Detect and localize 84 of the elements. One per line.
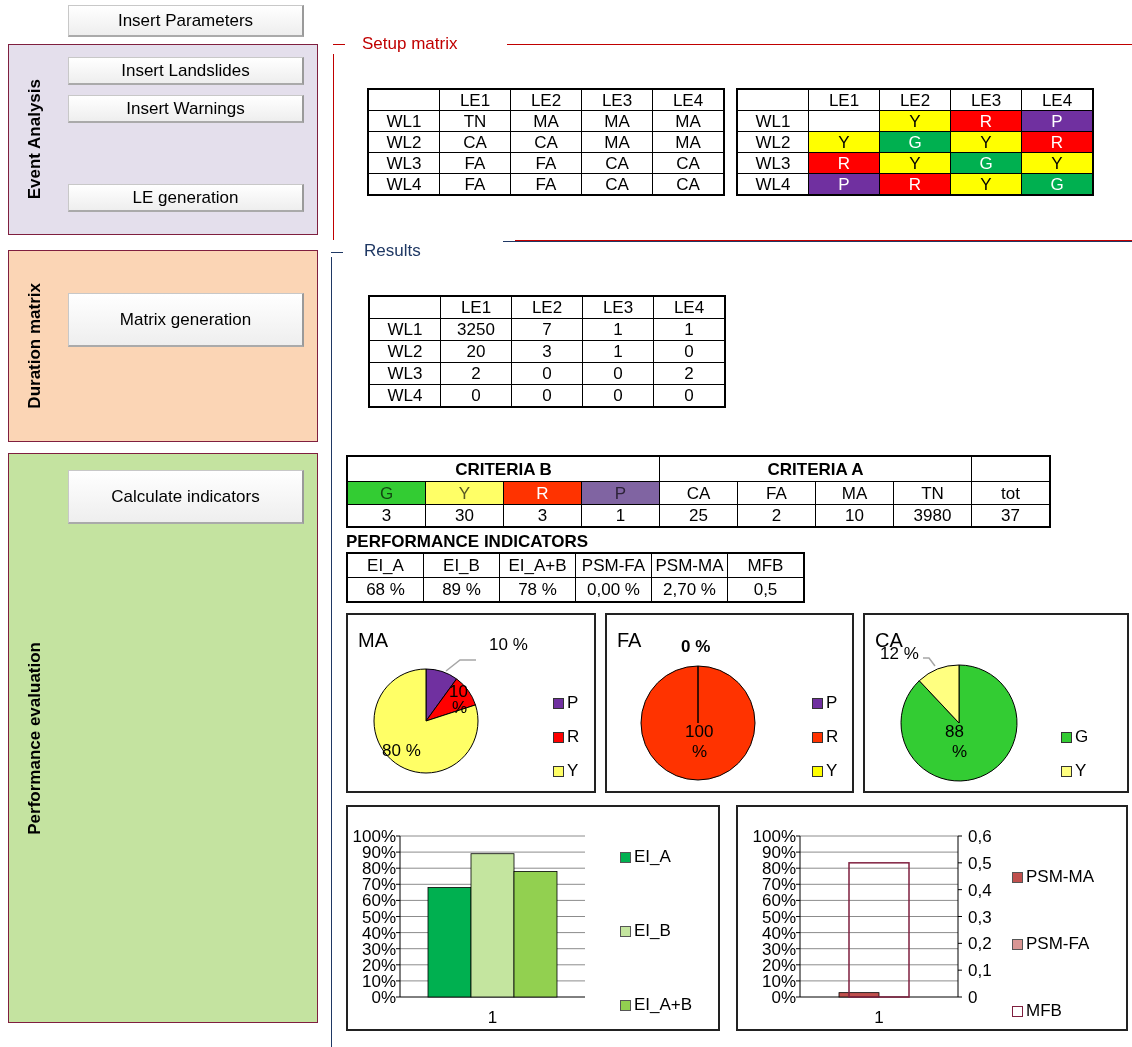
table-cell: 3 [347,504,426,527]
legend-item: Y [812,761,839,781]
legend-item: R [553,727,580,747]
axis-label: 1 [487,1008,498,1027]
row-header: WL4 [368,173,440,195]
column-header: LE1 [439,89,511,111]
action-button[interactable]: LE generation [68,184,304,212]
action-button[interactable]: Insert Warnings [68,95,304,123]
column-header: LE2 [511,296,583,319]
column-header: LE3 [950,89,1022,111]
data-label: 10 % [489,635,528,654]
table-cell: 68 % [347,577,424,602]
legend-item: PSM-MA [1012,867,1094,887]
table-cell: 0,5 [727,577,804,602]
row-header: WL4 [369,384,441,407]
chart-title: FA [617,629,642,651]
axis-label: 0,3 [968,907,992,927]
column-header: LE1 [440,296,512,319]
panel-title: Event Analysis [24,79,45,200]
indicators-title: PERFORMANCE INDICATORS [346,532,590,552]
column-header: MFB [727,553,804,578]
data-label: 100 % [685,722,714,761]
legend-item: MFB [1012,1001,1094,1021]
row-header: WL1 [737,110,809,132]
axis-label: 0,4 [968,880,992,900]
row-header: WL4 [737,173,809,195]
legend-item: EI_A+B [620,995,693,1015]
column-header: EI_B [423,553,500,578]
section-title: Results [364,241,421,261]
column-header: G [347,481,426,505]
axis-label: 0,1 [968,961,992,981]
column-header: EI_A+B [499,553,576,578]
group-header: CRITERIA A [659,456,972,482]
legend-item: G [1061,727,1089,747]
column-header: LE2 [879,89,951,111]
axis-label: 0% [371,988,396,1007]
data-label: 0 % [681,637,711,656]
column-header: PSM-FA [575,553,652,578]
axis-label: 0% [771,988,796,1007]
column-header: PSM-MA [651,553,728,578]
legend-item: EI_B [620,921,693,941]
row-header: WL3 [737,152,809,174]
action-button[interactable]: Matrix generation [68,293,304,347]
legend-item: PSM-FA [1012,934,1094,954]
section-title: Setup matrix [362,34,458,54]
column-header: LE1 [808,89,880,111]
axis-label: 0,5 [968,853,992,873]
legend-item: Y [1061,761,1089,781]
column-header: LE4 [1021,89,1093,111]
legend-item: P [812,693,839,713]
row-header: WL1 [368,110,440,132]
axis-label: 100% [352,827,396,846]
axis-label: 0,2 [968,934,992,954]
legend-item: P [553,693,580,713]
insert-parameters-button[interactable]: Insert Parameters [68,5,304,37]
axis-label: 0,6 [968,827,992,846]
panel-title: Duration matrix [24,283,45,409]
axis-label: 1 [874,1008,884,1027]
legend-item: EI_A [620,847,693,867]
column-header: EI_A [347,553,424,578]
row-header: WL2 [737,131,809,153]
legend-item: R [812,727,839,747]
column-header: LE2 [510,89,582,111]
action-button[interactable]: Insert Landslides [68,57,304,85]
legend-item: Y [553,761,580,781]
row-header: WL3 [369,362,441,385]
axis-label: 100% [752,827,796,846]
row-header: WL1 [369,318,441,341]
column-header: LE4 [652,89,724,111]
axis-label: 0 [968,988,978,1007]
row-header: WL2 [368,131,440,153]
row-header: WL3 [368,152,440,174]
leader-line [445,659,477,672]
group-header: CRITERIA B [347,456,660,482]
leader-line [922,657,936,667]
column-header: LE3 [582,296,654,319]
panel-title: Performance evaluation [24,641,45,835]
data-label: 80 % [382,741,421,760]
data-label: 88 % [945,722,968,761]
row-header: WL2 [369,340,441,363]
column-header: LE4 [653,296,725,319]
chart-title: MA [358,629,388,651]
column-header: LE3 [581,89,653,111]
action-button[interactable]: Calculate indicators [68,470,304,524]
